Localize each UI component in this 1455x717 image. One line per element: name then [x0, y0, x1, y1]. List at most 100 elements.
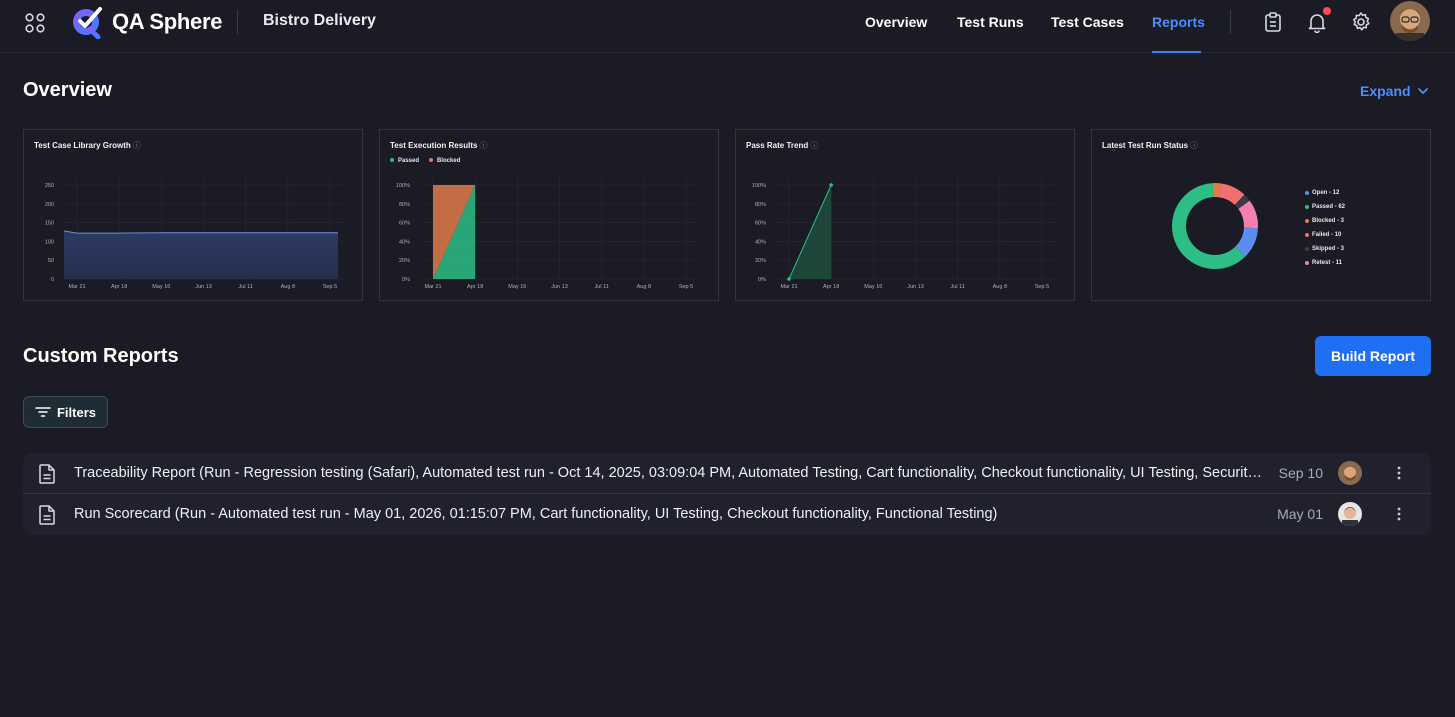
y-tick-label: 100 [45, 239, 54, 245]
gear-icon[interactable] [1350, 11, 1372, 33]
y-tick-label: 80% [399, 202, 410, 208]
pass-rate-chart: 100% 80% 60% 40% 20% 0% Mar 21 Apr 18 May 16 Jun … [752, 177, 1056, 290]
author-avatar [1338, 461, 1362, 485]
y-tick-label: 40% [399, 239, 410, 245]
donut-slice-skipped [1234, 194, 1250, 210]
legend-item-skipped[interactable]: Skipped - 3 [1305, 242, 1345, 256]
donut-slice-retest [1238, 200, 1258, 229]
legend-dot [1305, 233, 1309, 237]
notification-badge [1323, 7, 1331, 15]
y-tick-label: 40% [755, 239, 766, 245]
more-options-icon[interactable] [1391, 506, 1407, 522]
report-row[interactable]: Run Scorecard (Run - Automated test run … [23, 494, 1431, 535]
qa-sphere-logo-icon [73, 7, 102, 39]
x-tick-label: Jul 11 [951, 284, 965, 290]
legend-item-blocked[interactable]: Blocked - 3 [1305, 214, 1345, 228]
report-row[interactable]: Traceability Report (Run - Regression te… [23, 453, 1431, 494]
report-date: May 01 [1277, 506, 1323, 522]
apps-grid-icon[interactable] [25, 13, 45, 33]
filters-label: Filters [56, 404, 96, 420]
x-tick-label: May 16 [864, 284, 882, 290]
author-avatar-photo [1338, 461, 1362, 485]
y-tick-label: 60% [755, 221, 766, 227]
y-tick-label: 60% [399, 221, 410, 227]
x-tick-label: Aug 8 [281, 284, 295, 290]
expand-label: Expand [1360, 83, 1411, 99]
nav-test-cases[interactable]: Test Cases [1051, 14, 1124, 30]
user-avatar-photo [1390, 1, 1430, 41]
nav-reports[interactable]: Reports [1152, 14, 1205, 30]
x-tick-label: Sep 5 [323, 284, 337, 290]
y-tick-label: 20% [399, 258, 410, 264]
x-tick-label: Apr 18 [111, 284, 127, 290]
series-area [64, 230, 338, 279]
chart-card-pass-rate: Pass Rate Trend ⓘ 100% 80% 60% 40% 20% 0% Mar 2… [735, 129, 1075, 301]
project-name[interactable]: Bistro Delivery [263, 12, 376, 30]
x-tick-label: Aug 8 [637, 284, 651, 290]
x-tick-label: May 16 [508, 284, 526, 290]
x-tick-label: Apr 18 [823, 284, 839, 290]
legend-item-passed[interactable]: Passed - 62 [1305, 200, 1345, 214]
top-bar: QA Sphere Bistro Delivery Overview Test … [0, 0, 1455, 53]
filter-icon [35, 407, 51, 417]
more-options-icon[interactable] [1391, 465, 1407, 481]
author-avatar-photo [1338, 502, 1362, 526]
x-tick-label: Mar 21 [68, 284, 85, 290]
donut-slice-open [1234, 227, 1258, 257]
nav-test-runs[interactable]: Test Runs [957, 14, 1024, 30]
x-tick-label: May 16 [152, 284, 170, 290]
y-tick-label: 100% [752, 183, 766, 189]
y-tick-label: 0 [51, 277, 54, 283]
nav-overview[interactable]: Overview [865, 14, 927, 30]
series-line [63, 230, 338, 234]
legend-label: Passed - 62 [1312, 204, 1346, 210]
report-date: Sep 10 [1278, 465, 1323, 481]
x-tick-label: Jul 11 [239, 284, 253, 290]
x-tick-label: Aug 8 [993, 284, 1007, 290]
app-logo[interactable]: QA Sphere [70, 5, 222, 39]
legend-label: Blocked - 3 [1312, 218, 1345, 224]
chevron-down-icon [1417, 88, 1428, 94]
document-icon [39, 505, 55, 525]
x-tick-label: Apr 18 [467, 284, 483, 290]
filters-button[interactable]: Filters [23, 396, 108, 428]
legend-item-open[interactable]: Open - 12 [1305, 186, 1345, 200]
donut-slice-failed [1218, 183, 1245, 206]
chart-card-execution-results: Test Execution Results ⓘ Passed Blocked 1… [379, 129, 719, 301]
legend-label: Failed - 10 [1312, 232, 1342, 238]
build-report-button[interactable]: Build Report [1315, 336, 1431, 376]
overview-title: Overview [23, 79, 112, 101]
x-tick-label: Jun 13 [907, 284, 924, 290]
legend-dot [1305, 247, 1309, 251]
custom-reports-title: Custom Reports [23, 345, 179, 367]
user-avatar[interactable] [1390, 1, 1430, 41]
legend-item-retest[interactable]: Retest - 11 [1305, 256, 1345, 270]
app-name: QA Sphere [112, 9, 223, 34]
legend-label: Open - 12 [1312, 190, 1340, 196]
legend-item-failed[interactable]: Failed - 10 [1305, 228, 1345, 242]
library-growth-chart: 250 200 150 100 50 0 Mar 21 Apr 18 May 16 Jun 13 J… [45, 177, 344, 290]
legend-dot [1305, 219, 1309, 223]
chart-card-run-status: Latest Test Run Status ⓘ Open - 12 Passed … [1091, 129, 1431, 301]
x-tick-label: Jul 11 [595, 284, 609, 290]
author-avatar [1338, 502, 1362, 526]
legend-dot [1305, 261, 1309, 265]
y-tick-label: 80% [755, 202, 766, 208]
run-status-donut [1172, 183, 1258, 269]
legend-label: Skipped - 3 [1312, 246, 1345, 252]
data-point [787, 277, 791, 281]
nav-active-indicator [1152, 51, 1201, 53]
report-title[interactable]: Run Scorecard (Run - Automated test run … [74, 506, 1264, 522]
clipboard-icon[interactable] [1262, 11, 1284, 33]
report-list: Traceability Report (Run - Regression te… [23, 453, 1431, 535]
y-tick-label: 250 [45, 183, 54, 189]
expand-button[interactable]: Expand [1360, 83, 1429, 99]
document-icon [39, 464, 55, 484]
chart-card-library-growth: Test Case Library Growth ⓘ 250 200 150 100 50… [23, 129, 363, 301]
x-tick-label: Jun 13 [551, 284, 568, 290]
header-divider-right [1230, 10, 1231, 34]
legend-dot [1305, 191, 1309, 195]
report-title[interactable]: Traceability Report (Run - Regression te… [74, 465, 1264, 481]
x-tick-label: Sep 5 [1035, 284, 1049, 290]
execution-results-chart: 100% 80% 60% 40% 20% 0% Mar 21 Apr 18 May 16 Jun … [396, 177, 700, 290]
